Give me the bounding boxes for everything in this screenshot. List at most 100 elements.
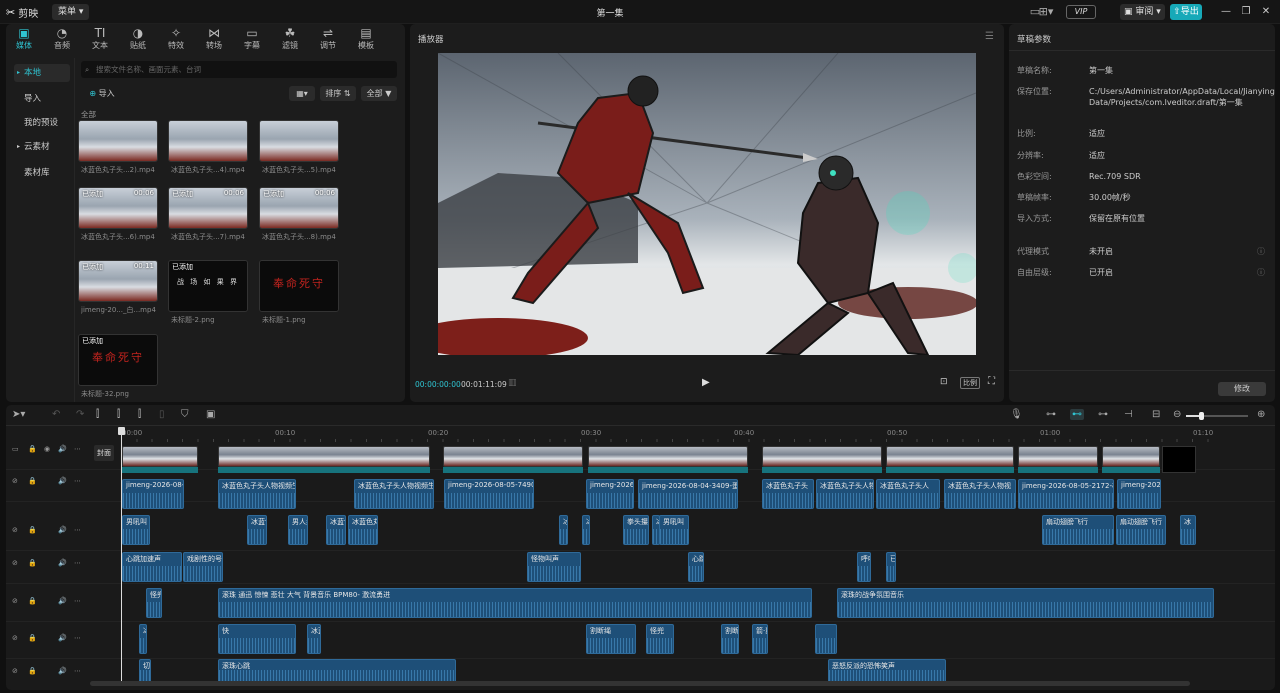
audio-clip[interactable]: 怪兜 [146,588,162,618]
more-icon[interactable]: ⋯ [74,526,81,534]
lock-icon[interactable]: 🔒 [28,559,37,567]
media-thumbnail[interactable] [168,120,248,162]
lock-icon[interactable]: 🔒 [28,445,37,453]
timecode-icon[interactable]: ▥ [508,378,517,388]
volume-icon[interactable]: 🔊 [58,634,67,642]
lock-icon[interactable]: 🔒 [28,526,37,534]
audio-clip[interactable]: 男吼叫 [122,515,150,545]
export-button[interactable]: ⇧导出 [1170,4,1202,20]
more-icon[interactable]: ⋯ [74,634,81,642]
audio-clip[interactable]: 割断绳 [586,624,636,654]
video-clip[interactable] [443,446,583,467]
lock-icon[interactable]: 🔒 [28,477,37,485]
preview-axis-icon[interactable]: ⊟ [1152,409,1160,420]
playhead-handle[interactable] [118,427,125,435]
audio-clip[interactable]: 扇动翅膀飞行 [1042,515,1114,545]
track-type-icon[interactable]: ⊘ [12,597,18,605]
audio-clip[interactable]: 滚珠的战争氛围音乐 [837,588,1214,618]
audio-clip[interactable] [815,624,837,654]
audio-clip[interactable]: 切 [139,659,151,683]
zoom-slider[interactable] [1186,412,1248,420]
timeline-scrollbar[interactable] [90,681,1190,686]
track-type-icon[interactable]: ⊘ [12,667,18,675]
audio-clip[interactable]: 冰蓝色丸子头人 [139,624,147,654]
audio-clip[interactable]: 冰 [559,515,568,545]
audio-clip[interactable]: 冰蓝色丸子头人 [307,624,321,654]
media-thumbnail[interactable]: 奉命死守 已添加 [78,334,158,386]
media-thumbnail[interactable]: 已添加 00:06 [168,187,248,229]
volume-icon[interactable]: 🔊 [58,526,67,534]
tab-filter[interactable]: ☘ 滤镜 [275,26,305,51]
align-icon[interactable]: ⊣ [1124,409,1133,420]
audio-clip[interactable]: jimeng-2026-08-04-3409-蛋 [638,479,738,509]
video-clip[interactable] [1102,446,1160,467]
fullscreen-icon[interactable]: ⛶ [988,376,995,387]
audio-clip[interactable]: 滚珠 通迅 惊悚 悲壮 大气 背景音乐 BPM80- 激流勇进 [218,588,812,618]
audio-clip[interactable]: 呼吸 [857,552,871,582]
media-thumbnail[interactable]: 已添加 00:11 [78,260,158,302]
cover-button[interactable]: 封面 [94,445,114,461]
audio-clip[interactable]: 拳头攥紧 [623,515,649,545]
audio-clip[interactable]: 心跳 [688,552,704,582]
audio-clip[interactable]: 滚珠心跳 [218,659,456,683]
audio-clip[interactable]: 冰蓝色丸子 [348,515,378,545]
undo-icon[interactable]: ↶ [52,409,60,420]
lock-icon[interactable]: 🔒 [28,634,37,642]
more-icon[interactable]: ⋯ [74,477,81,485]
audio-clip[interactable]: jimeng-2026-08-0 [122,479,184,509]
zoom-slider-handle[interactable] [1199,412,1204,420]
more-icon[interactable]: ⋯ [74,559,81,567]
media-thumbnail[interactable]: 奉命死守 [259,260,339,312]
import-button[interactable]: ⊕ 导入 [81,86,123,101]
microphone-icon[interactable]: 🎙 [1010,409,1023,420]
lock-icon[interactable]: 🔒 [28,667,37,675]
media-thumbnail[interactable]: 已添加 00:06 [78,187,158,229]
split-icon[interactable]: ⫿ [96,409,99,420]
audio-clip[interactable]: 冰 [582,515,590,545]
video-clip[interactable] [218,446,430,467]
track-type-icon[interactable]: ⊘ [12,634,18,642]
tab-template[interactable]: ▤ 模板 [351,26,381,51]
marker-icon[interactable]: ⛉ [181,409,189,420]
edit-button[interactable]: 修改 [1218,382,1266,396]
visibility-icon[interactable]: ◉ [44,445,50,453]
minimize-icon[interactable]: — [1218,4,1234,20]
info-icon[interactable]: ⓘ [1257,267,1265,278]
image-icon[interactable]: ▣ [206,409,215,420]
monitor-icon[interactable]: ⊞▾ [1036,4,1056,20]
tab-adjust[interactable]: ⇌ 调节 [313,26,343,51]
media-thumbnail[interactable] [78,120,158,162]
audio-clip[interactable]: jimeng-2026-08-05-2172-模 [1018,479,1114,509]
audio-clip[interactable]: 扇动翅膀飞行 [1116,515,1166,545]
select-tool-icon[interactable]: ➤▾ [12,409,25,420]
audio-clip[interactable]: jimeng-2026-08-05-7490-9 [444,479,534,509]
audio-clip[interactable]: 箭·翼射 [752,624,768,654]
video-clip[interactable] [1018,446,1098,467]
track-type-icon[interactable]: ⊘ [12,477,18,485]
more-icon[interactable]: ⋯ [74,445,81,453]
audio-clip[interactable]: 恶怒反派的恐怖笑声 [828,659,946,683]
sidebar-item-0[interactable]: ▸ 本地 [14,64,70,82]
tab-sticker[interactable]: ◑ 贴纸 [123,26,153,51]
audio-clip[interactable]: 快 [218,624,296,654]
vip-badge[interactable]: VIP [1066,5,1096,19]
audio-clip[interactable]: jimeng-2026 [1117,479,1161,509]
ratio-button[interactable]: 比例 [960,377,980,389]
audio-clip[interactable]: 怪兜 [646,624,674,654]
split-left-icon[interactable]: ⫿ [117,409,120,420]
video-preview[interactable] [438,53,976,355]
video-clip[interactable] [588,446,748,467]
audio-clip[interactable]: 冰蓝色丸子头 [762,479,814,509]
split-right-icon[interactable]: ⫿ [138,409,141,420]
sidebar-item-4[interactable]: 素材库 [14,164,70,182]
sidebar-item-1[interactable]: 导入 [14,90,70,108]
view-toggle-button[interactable]: ▦▾ [289,86,315,101]
review-button[interactable]: ▣ 审阅 ▾ [1120,4,1165,20]
redo-icon[interactable]: ↷ [76,409,84,420]
track-type-icon[interactable]: ⊘ [12,526,18,534]
filter-button[interactable]: 全部 ▼ [361,86,397,101]
more-icon[interactable]: ⋯ [74,597,81,605]
sidebar-item-2[interactable]: 我的预设 [14,114,70,132]
audio-clip[interactable]: 冰蓝色丸子头人 [876,479,940,509]
audio-clip[interactable]: 心跳加速声 [122,552,182,582]
